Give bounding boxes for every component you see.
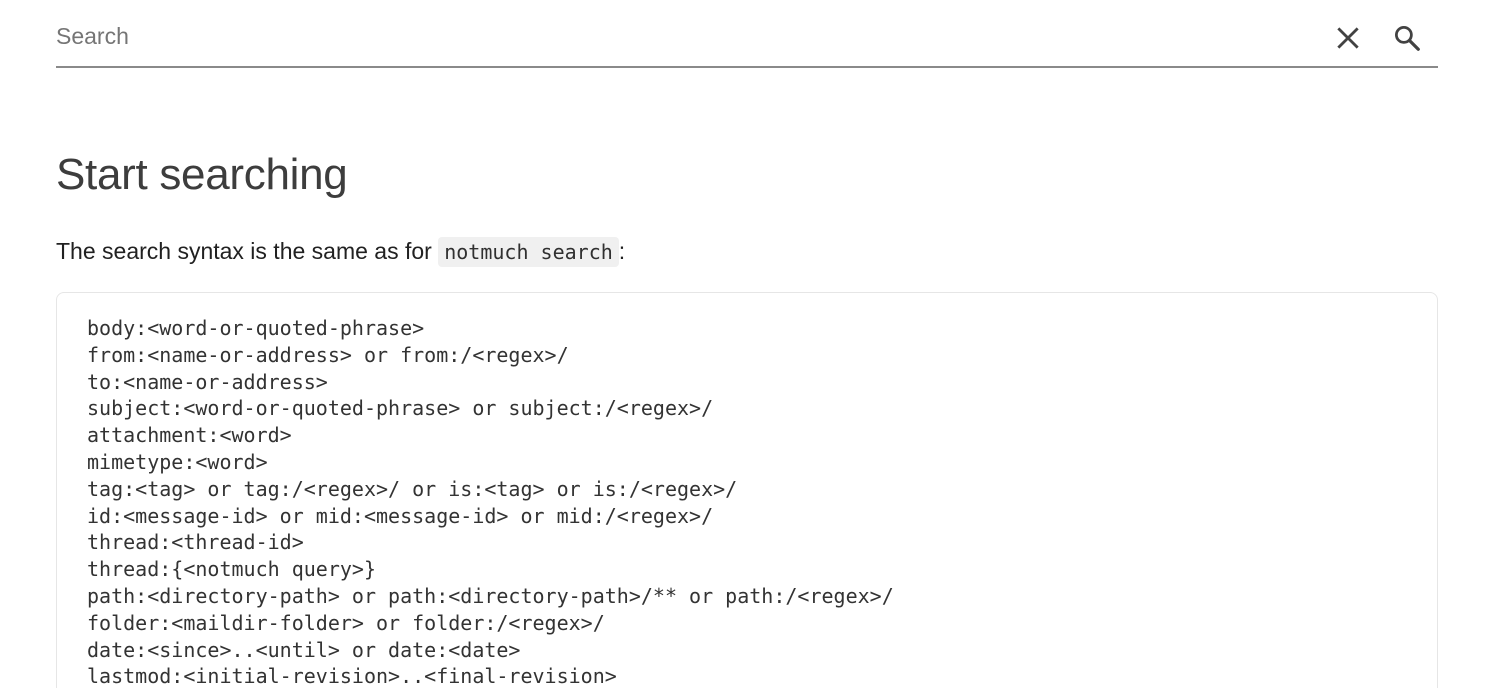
- clear-search-button[interactable]: [1330, 20, 1366, 56]
- search-icon: [1395, 26, 1420, 51]
- intro-text: The search syntax is the same as for not…: [56, 237, 626, 267]
- search-button[interactable]: [1389, 20, 1425, 56]
- syntax-line: thread:<thread-id>: [87, 530, 304, 555]
- intro-text-before: The search syntax is the same as for: [56, 238, 439, 264]
- syntax-line: from:<name-or-address> or from:/<regex>/: [87, 342, 569, 367]
- syntax-line: thread:{<notmuch query>}: [87, 557, 376, 582]
- search-input[interactable]: [56, 14, 1296, 58]
- syntax-line: path:<directory-path> or path:<directory…: [87, 583, 894, 608]
- syntax-line: body:<word-or-quoted-phrase>: [87, 316, 425, 340]
- syntax-line: subject:<word-or-quoted-phrase> or subje…: [87, 396, 714, 421]
- inline-code: notmuch search: [438, 237, 619, 267]
- syntax-line: folder:<maildir-folder> or folder:/<rege…: [87, 610, 605, 635]
- syntax-list: body:<word-or-quoted-phrase> from:<name-…: [87, 315, 1407, 688]
- intro-text-after: :: [618, 238, 626, 264]
- close-icon: [1337, 27, 1359, 49]
- page-title: Start searching: [56, 150, 348, 199]
- syntax-line: attachment:<word>: [87, 423, 292, 448]
- syntax-line: mimetype:<word>: [87, 449, 268, 474]
- syntax-code-block: body:<word-or-quoted-phrase> from:<name-…: [56, 292, 1438, 688]
- syntax-line: tag:<tag> or tag:/<regex>/ or is:<tag> o…: [87, 476, 738, 501]
- search-bar: [56, 0, 1438, 68]
- syntax-line: date:<since>..<until> or date:<date>: [87, 637, 521, 662]
- syntax-line: lastmod:<initial-revision>..<final-revis…: [87, 664, 617, 688]
- page: Start searching The search syntax is the…: [0, 0, 1500, 688]
- syntax-line: to:<name-or-address>: [87, 369, 328, 394]
- syntax-line: id:<message-id> or mid:<message-id> or m…: [87, 503, 714, 528]
